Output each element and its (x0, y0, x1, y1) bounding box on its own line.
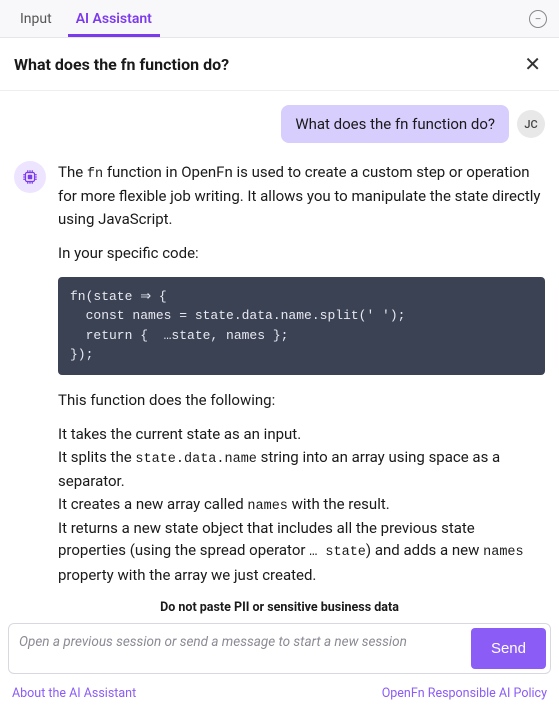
ai-explanation-lines: It takes the current state as an input. … (58, 423, 545, 586)
inline-code: … state (309, 545, 366, 560)
thread-title: What does the fn function do? (14, 55, 520, 74)
policy-link[interactable]: OpenFn Responsible AI Policy (382, 686, 547, 701)
pii-warning: Do not paste PII or sensitive business d… (0, 594, 559, 617)
ai-paragraph: This function does the following: (58, 389, 545, 412)
ai-paragraph: In your specific code: (58, 242, 545, 265)
tab-ai-assistant[interactable]: AI Assistant (68, 1, 160, 37)
composer: Send (8, 623, 551, 674)
user-message-bubble: What does the fn function do? (281, 105, 509, 143)
chat-scroll-area[interactable]: What does the fn function do? JC The fn … (0, 91, 559, 594)
close-icon[interactable]: ✕ (520, 50, 545, 78)
ai-message-row: The fn function in OpenFn is used to cre… (14, 161, 545, 594)
composer-wrap: Send (0, 617, 559, 678)
user-avatar: JC (517, 110, 545, 138)
tabs: Input AI Assistant (12, 1, 160, 37)
top-tab-bar: Input AI Assistant − (0, 0, 559, 38)
send-button[interactable]: Send (471, 628, 546, 669)
ai-message-body: The fn function in OpenFn is used to cre… (58, 161, 545, 594)
inline-code: names (247, 499, 288, 514)
ai-avatar-icon (14, 161, 46, 193)
inline-code: fn (87, 167, 103, 182)
thread-header: What does the fn function do? ✕ (0, 38, 559, 91)
ai-paragraph: The fn function in OpenFn is used to cre… (58, 161, 545, 230)
tab-input[interactable]: Input (12, 1, 60, 37)
inline-code: state.data.name (135, 452, 257, 467)
collapse-icon[interactable]: − (529, 10, 547, 28)
user-message-row: What does the fn function do? JC (14, 105, 545, 143)
message-input[interactable] (19, 630, 463, 668)
code-block: fn(state ⇒ { const names = state.data.na… (58, 277, 545, 375)
inline-code: names (483, 545, 524, 560)
about-link[interactable]: About the AI Assistant (12, 686, 136, 701)
